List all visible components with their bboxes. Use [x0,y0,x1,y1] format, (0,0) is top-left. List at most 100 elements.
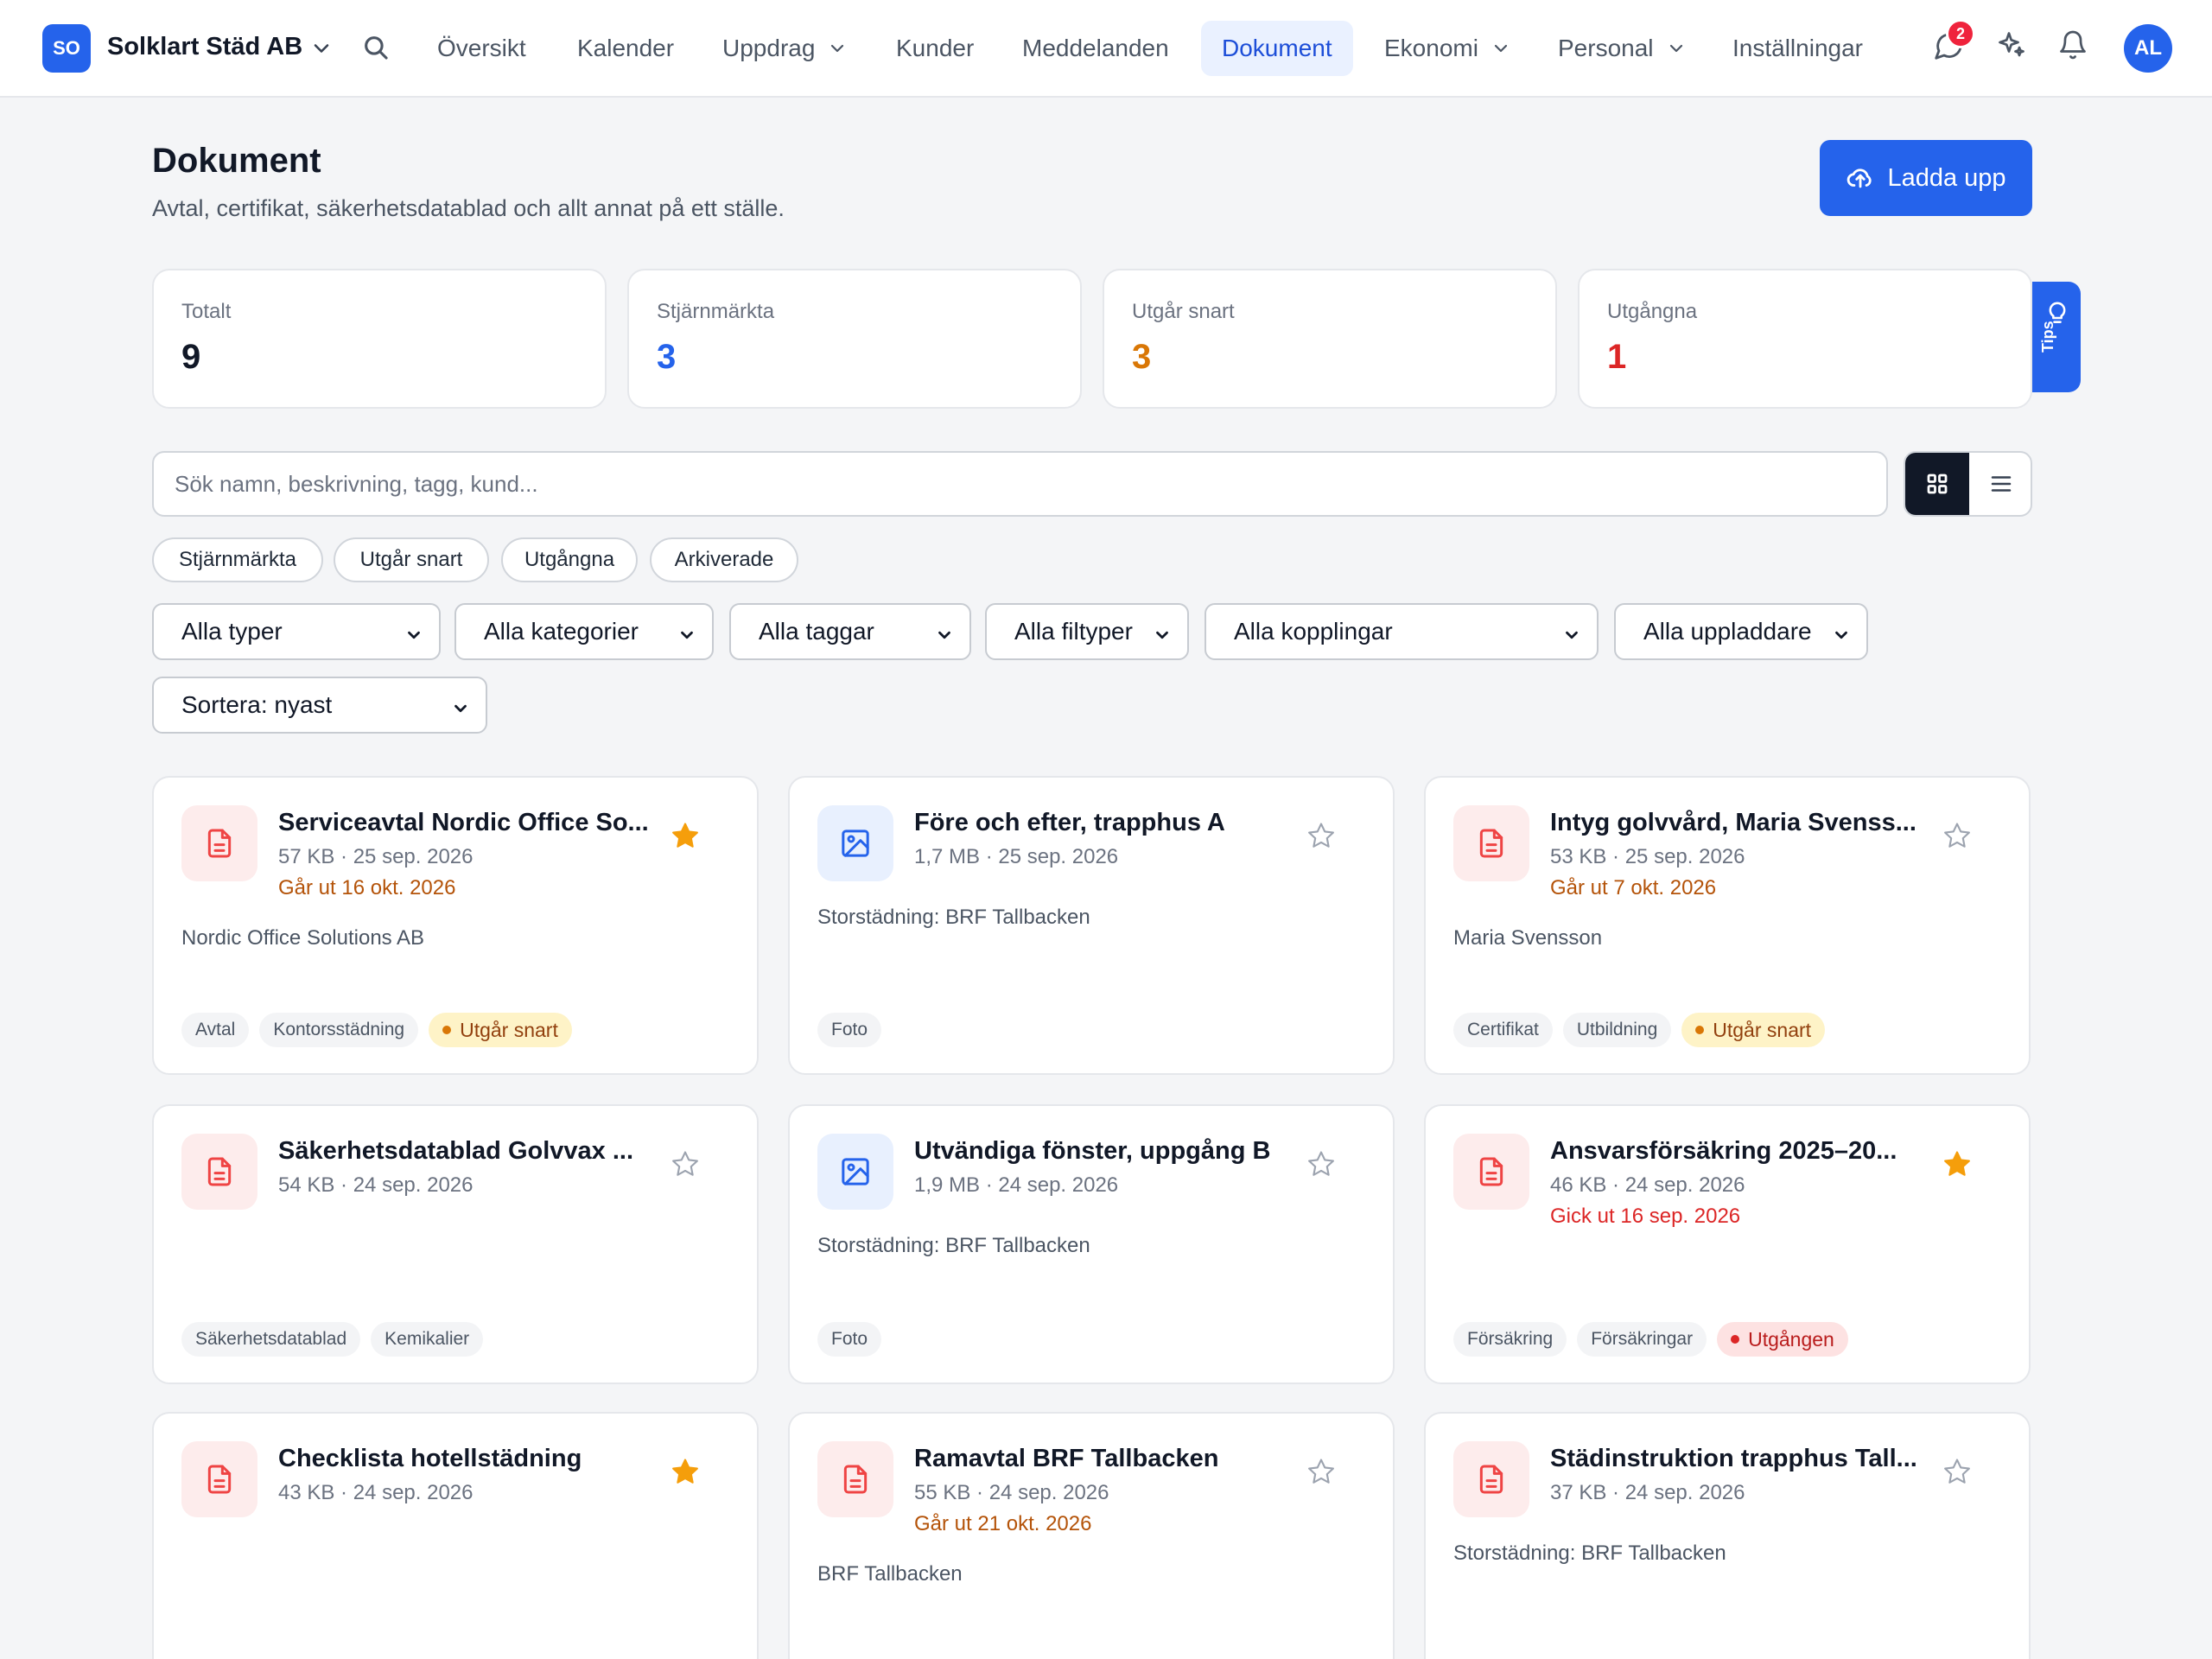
document-card[interactable]: Checklista hotellstädning 43 KB · 24 sep… [152,1412,759,1659]
company-name[interactable]: Solklart Städ AB [107,33,302,61]
messages-badge: 2 [1946,19,1975,48]
tags-select[interactable]: Alla taggar [729,603,971,660]
upload-button[interactable]: Ladda upp [1820,140,2032,216]
tag[interactable]: Kemikalier [371,1322,484,1357]
star-filled-icon[interactable] [671,1457,700,1486]
document-card[interactable]: Ansvarsförsäkring 2025–20... 46 KB · 24 … [1424,1104,2031,1384]
chip-archived[interactable]: Arkiverade [650,537,798,582]
tag[interactable]: Foto [817,1322,882,1357]
star-outline-icon[interactable] [1942,821,1972,850]
document-link[interactable]: Storstädning: BRF Tallbacken [817,1234,1090,1258]
chip-expiring-soon[interactable]: Utgår snart [334,537,489,582]
pdf-file-icon [1453,1134,1529,1210]
document-title[interactable]: Ansvarsförsäkring 2025–20... [1550,1137,1897,1166]
document-title[interactable]: Intyg golvvård, Maria Svenss... [1550,809,1916,837]
document-meta: 1,7 MB · 25 sep. 2026 [914,845,1119,868]
tag[interactable]: Utbildning [1562,1013,1672,1047]
star-outline-icon[interactable] [1306,1457,1336,1486]
view-toggle [1904,451,2032,517]
tag[interactable]: Säkerhetsdatablad [181,1322,361,1357]
document-title[interactable]: Serviceavtal Nordic Office So... [278,809,649,837]
stat-expired[interactable]: Utgångna 1 [1578,269,2032,409]
star-outline-icon[interactable] [1306,1149,1336,1179]
document-card[interactable]: Intyg golvvård, Maria Svenss... 53 KB · … [1424,776,2031,1075]
uploader-select[interactable]: Alla uppladdare [1614,603,1868,660]
filetype-select[interactable]: Alla filtyper [985,603,1189,660]
nav-item-oversikt[interactable]: Översikt [437,21,526,76]
search-icon[interactable] [361,33,391,62]
document-card[interactable]: Städinstruktion trapphus Tall... 37 KB ·… [1424,1412,2031,1659]
document-card[interactable]: Serviceavtal Nordic Office So... 57 KB ·… [152,776,759,1075]
list-view-button[interactable] [1969,453,2031,515]
document-meta: 53 KB · 25 sep. 2026 [1550,845,1745,868]
stat-expiring-soon[interactable]: Utgår snart 3 [1103,269,1557,409]
tag-list: Foto [817,1013,882,1047]
nav-item-uppdrag[interactable]: Uppdrag [722,21,848,76]
document-link[interactable]: Storstädning: BRF Tallbacken [817,906,1090,930]
user-avatar[interactable]: AL [2124,24,2172,73]
star-outline-icon[interactable] [671,1149,700,1179]
document-card[interactable]: Utvändiga fönster, uppgång B 1,9 MB · 24… [788,1104,1395,1384]
stat-total[interactable]: Totalt 9 [152,269,607,409]
document-title[interactable]: Ramavtal BRF Tallbacken [914,1445,1218,1473]
document-expiry: Går ut 16 okt. 2026 [278,876,456,899]
tag[interactable]: Kontorsstädning [259,1013,419,1047]
star-filled-icon[interactable] [1942,1149,1972,1179]
tag[interactable]: Avtal [181,1013,250,1047]
tag[interactable]: Försäkringar [1577,1322,1707,1357]
company-logo[interactable]: SO [42,24,91,73]
chevron-down-icon [681,631,693,639]
tag[interactable]: Försäkring [1453,1322,1567,1357]
document-link[interactable]: Maria Svensson [1453,926,1602,950]
nav-item-meddelanden[interactable]: Meddelanden [1022,21,1169,76]
nav-item-kalender[interactable]: Kalender [577,21,674,76]
tag-list: Foto [817,1322,882,1357]
nav-item-ekonomi[interactable]: Ekonomi [1384,21,1511,76]
category-select[interactable]: Alla kategorier [454,603,714,660]
star-filled-icon[interactable] [671,821,700,850]
links-select[interactable]: Alla kopplingar [1205,603,1599,660]
sparkle-icon[interactable] [1996,29,2027,60]
grid-icon [1927,474,1948,494]
chevron-down-icon [408,631,420,639]
document-title[interactable]: Säkerhetsdatablad Golvvax ... [278,1137,633,1166]
star-outline-icon[interactable] [1306,821,1336,850]
document-title[interactable]: Före och efter, trapphus A [914,809,1225,837]
tag[interactable]: Certifikat [1453,1013,1553,1047]
document-card[interactable]: Före och efter, trapphus A 1,7 MB · 25 s… [788,776,1395,1075]
document-card[interactable]: Ramavtal BRF Tallbacken 55 KB · 24 sep. … [788,1412,1395,1659]
document-link[interactable]: BRF Tallbacken [817,1562,963,1586]
tag-list: Försäkring Försäkringar Utgången [1453,1322,1848,1357]
document-title[interactable]: Städinstruktion trapphus Tall... [1550,1445,1917,1473]
document-meta: 1,9 MB · 24 sep. 2026 [914,1173,1119,1197]
bell-icon[interactable] [2057,29,2088,60]
stat-starred[interactable]: Stjärnmärkta 3 [627,269,1082,409]
status-badge: Utgången [1717,1322,1848,1357]
search-input[interactable] [152,451,1888,517]
grid-view-button[interactable] [1905,453,1969,515]
chevron-down-icon [1566,631,1578,639]
tips-tab[interactable]: Tips [2032,282,2081,392]
nav-item-personal[interactable]: Personal [1558,21,1687,76]
document-link[interactable]: Storstädning: BRF Tallbacken [1453,1541,1726,1566]
type-select[interactable]: Alla typer [152,603,441,660]
document-meta: 43 KB · 24 sep. 2026 [278,1481,474,1504]
sort-select[interactable]: Sortera: nyast [152,677,487,734]
document-link[interactable]: Nordic Office Solutions AB [181,926,424,950]
document-meta: 55 KB · 24 sep. 2026 [914,1481,1109,1504]
nav-item-kunder[interactable]: Kunder [896,21,974,76]
document-title[interactable]: Utvändiga fönster, uppgång B [914,1137,1270,1166]
chip-starred[interactable]: Stjärnmärkta [152,537,323,582]
nav-item-installningar[interactable]: Inställningar [1732,21,1863,76]
pdf-file-icon [1453,1441,1529,1517]
chip-expired[interactable]: Utgångna [501,537,638,582]
tag[interactable]: Foto [817,1013,882,1047]
star-outline-icon[interactable] [1942,1457,1972,1486]
status-badge: Utgår snart [1681,1013,1826,1047]
chevron-down-icon[interactable] [309,36,334,60]
document-meta: 37 KB · 24 sep. 2026 [1550,1481,1745,1504]
document-expiry: Går ut 21 okt. 2026 [914,1512,1092,1535]
nav-item-dokument[interactable]: Dokument [1201,21,1353,76]
document-card[interactable]: Säkerhetsdatablad Golvvax ... 54 KB · 24… [152,1104,759,1384]
document-title[interactable]: Checklista hotellstädning [278,1445,582,1473]
